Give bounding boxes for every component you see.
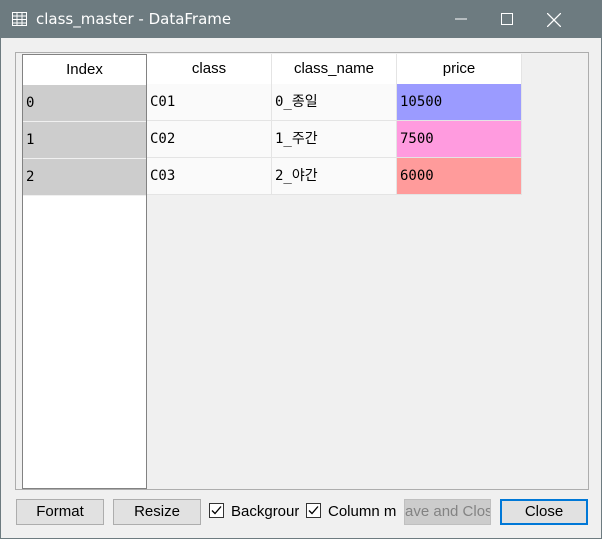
table-cell[interactable]: 1_주간 bbox=[272, 121, 397, 158]
minimize-icon bbox=[455, 18, 467, 20]
table-cell-price[interactable]: 7500 bbox=[397, 121, 522, 158]
table-cell-price[interactable]: 6000 bbox=[397, 158, 522, 195]
checkmark-icon bbox=[308, 506, 319, 515]
table-cell-price[interactable]: 10500 bbox=[397, 84, 522, 121]
index-cell[interactable]: 0 bbox=[23, 85, 146, 122]
table-cell[interactable]: C03 bbox=[147, 158, 272, 195]
data-table: class class_name price C01 0_종일 10500 C0… bbox=[147, 54, 522, 195]
background-checkbox-label: Backgrour bbox=[231, 503, 299, 520]
table-icon bbox=[12, 12, 27, 26]
close-window-button[interactable] bbox=[547, 1, 593, 38]
format-button[interactable]: Format bbox=[16, 499, 104, 525]
index-cell[interactable]: 1 bbox=[23, 122, 146, 159]
minimize-button[interactable] bbox=[438, 1, 484, 38]
maximize-icon bbox=[501, 13, 513, 25]
column-min-max-checkbox[interactable]: Column mi bbox=[306, 502, 397, 522]
dataframe-panel: Index 0 1 2 class class_name price C01 0… bbox=[15, 52, 589, 490]
table-cell[interactable]: C02 bbox=[147, 121, 272, 158]
background-checkbox[interactable]: Backgrour bbox=[209, 502, 299, 522]
table-cell[interactable]: 2_야간 bbox=[272, 158, 397, 195]
title-bar[interactable]: class_master - DataFrame bbox=[1, 1, 601, 38]
maximize-button[interactable] bbox=[484, 1, 530, 38]
column-header-class[interactable]: class bbox=[147, 54, 272, 84]
close-button[interactable]: Close bbox=[500, 499, 588, 525]
table-cell[interactable]: C01 bbox=[147, 84, 272, 121]
checkmark-icon bbox=[211, 506, 222, 515]
checkbox-box[interactable] bbox=[209, 503, 224, 518]
save-and-close-button: ave and Clos bbox=[404, 499, 491, 525]
resize-button[interactable]: Resize bbox=[113, 499, 201, 525]
close-icon bbox=[547, 13, 561, 27]
index-column[interactable]: Index 0 1 2 bbox=[22, 54, 147, 489]
checkbox-box[interactable] bbox=[306, 503, 321, 518]
dataframe-window: class_master - DataFrame Index 0 1 2 cla… bbox=[0, 0, 602, 539]
index-header[interactable]: Index bbox=[23, 55, 146, 85]
table-cell[interactable]: 0_종일 bbox=[272, 84, 397, 121]
window-title: class_master - DataFrame bbox=[36, 10, 232, 28]
index-cell[interactable]: 2 bbox=[23, 159, 146, 196]
column-min-max-checkbox-label: Column mi bbox=[328, 503, 397, 520]
column-header-price[interactable]: price bbox=[397, 54, 522, 84]
column-header-class-name[interactable]: class_name bbox=[272, 54, 397, 84]
